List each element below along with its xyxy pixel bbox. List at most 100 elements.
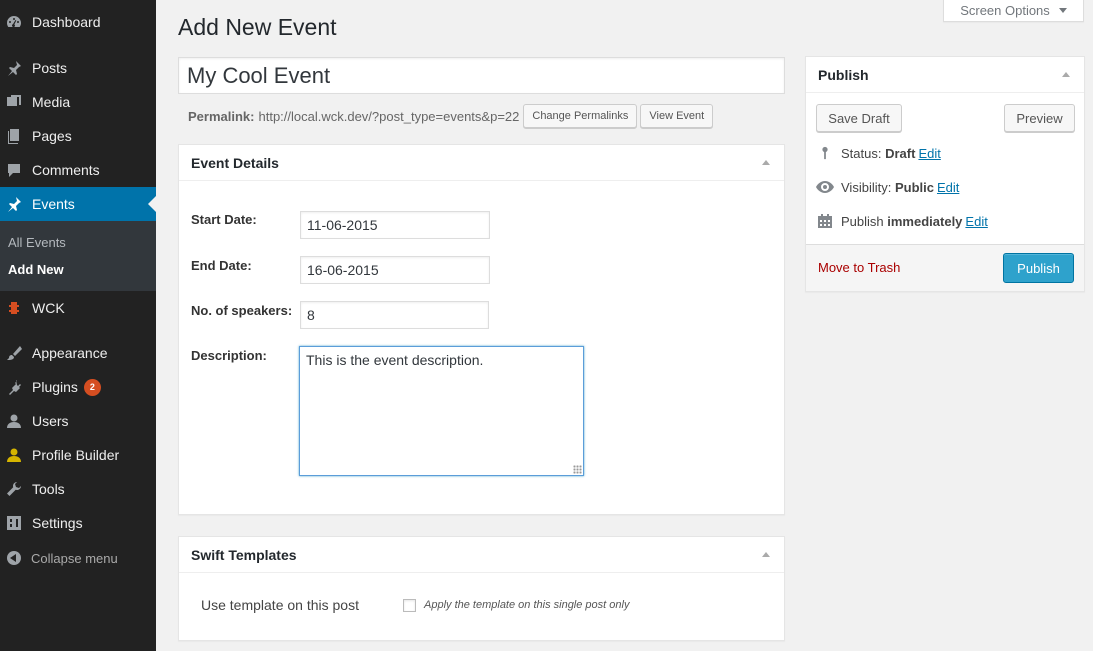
sidebar-item-users[interactable]: Users [0, 404, 156, 438]
sidebar-item-appearance[interactable]: Appearance [0, 336, 156, 370]
permalink-url[interactable]: http://local.wck.dev/?post_type=events&p… [258, 109, 519, 124]
page-title: Add New Event [178, 14, 337, 40]
sidebar-item-profile-builder[interactable]: Profile Builder [0, 438, 156, 472]
sidebar-item-label: Settings [32, 515, 83, 531]
publish-header[interactable]: Publish [806, 57, 1084, 93]
description-textarea[interactable]: This is the event description. [299, 346, 584, 476]
sidebar-item-label: Profile Builder [32, 447, 120, 463]
comments-icon [6, 162, 22, 178]
sidebar-item-comments[interactable]: Comments [0, 153, 156, 187]
view-event-button[interactable]: View Event [640, 104, 714, 128]
sidebar-item-label: Plugins [32, 379, 78, 395]
calendar-icon [816, 212, 834, 230]
collapse-arrow-icon [7, 551, 21, 565]
submenu-add-new[interactable]: Add New [8, 262, 64, 277]
edit-status-link[interactable]: Edit [918, 146, 940, 161]
visibility-row: Visibility: Public Edit [816, 178, 959, 196]
sidebar-item-label: Pages [32, 128, 72, 144]
edit-visibility-link[interactable]: Edit [937, 180, 959, 195]
sidebar-item-dashboard[interactable]: Dashboard [0, 5, 156, 39]
collapse-toggle-icon[interactable] [762, 160, 770, 165]
sidebar-item-label: Comments [32, 162, 100, 178]
wck-icon [6, 300, 22, 316]
start-date-label: Start Date: [191, 212, 257, 227]
apply-template-label[interactable]: Apply the template on this single post o… [424, 599, 629, 611]
sidebar-item-tools[interactable]: Tools [0, 472, 156, 506]
users-icon [6, 413, 22, 429]
resize-grip-icon[interactable] [573, 465, 582, 474]
visibility-value: Public [894, 179, 934, 195]
start-date-field[interactable] [300, 211, 490, 239]
publish-label: Publish [841, 213, 884, 229]
wrench-icon [6, 481, 22, 497]
brush-icon [6, 345, 22, 361]
schedule-row: Publish immediately Edit [816, 212, 988, 230]
swift-templates-header[interactable]: Swift Templates [179, 537, 784, 573]
sidebar-item-label: Dashboard [32, 14, 101, 30]
events-submenu: All Events Add New [0, 221, 156, 291]
sidebar-item-label: Users [32, 413, 69, 429]
media-icon [6, 94, 22, 110]
status-label: Status: [841, 145, 882, 161]
apply-template-checkbox[interactable] [403, 599, 416, 612]
dashboard-icon [6, 14, 22, 30]
sidebar-item-wck[interactable]: WCK [0, 291, 156, 325]
sidebar-item-plugins[interactable]: Plugins 2 [0, 370, 156, 404]
pages-icon [6, 128, 22, 144]
permalink-row: Permalink: http://local.wck.dev/?post_ty… [188, 104, 714, 128]
use-template-label: Use template on this post [201, 597, 359, 613]
event-details-header[interactable]: Event Details [179, 145, 784, 181]
admin-sidebar: Dashboard Posts Media Pages Comments Eve… [0, 0, 156, 651]
sidebar-item-label: Tools [32, 481, 65, 497]
submenu-all-events[interactable]: All Events [8, 235, 66, 250]
plugin-icon [6, 379, 22, 395]
change-permalinks-button[interactable]: Change Permalinks [523, 104, 638, 128]
collapse-toggle-icon[interactable] [1062, 72, 1070, 77]
pin-icon [816, 144, 834, 162]
visibility-label: Visibility: [841, 179, 892, 195]
sidebar-item-media[interactable]: Media [0, 85, 156, 119]
sidebar-item-posts[interactable]: Posts [0, 51, 156, 85]
event-details-box: Event Details Start Date: End Date: No. … [178, 144, 785, 515]
screen-options-label: Screen Options [960, 2, 1050, 18]
settings-icon [6, 515, 22, 531]
sidebar-item-label: Posts [32, 60, 68, 76]
post-title-input[interactable] [178, 57, 785, 94]
end-date-field[interactable] [300, 256, 490, 284]
save-draft-button[interactable]: Save Draft [816, 104, 902, 132]
collapse-toggle-icon[interactable] [762, 552, 770, 557]
swift-templates-box: Swift Templates Use template on this pos… [178, 536, 785, 641]
sidebar-item-settings[interactable]: Settings [0, 506, 156, 540]
move-to-trash-link[interactable]: Move to Trash [818, 260, 900, 275]
sidebar-item-label: Appearance [32, 345, 108, 361]
status-value: Draft [885, 145, 916, 161]
sidebar-item-label: Media [32, 94, 71, 110]
publish-box: Publish Save Draft Preview Status: Draft… [805, 56, 1085, 292]
speakers-field[interactable] [300, 301, 489, 329]
edit-schedule-link[interactable]: Edit [965, 214, 987, 229]
publish-time-value: immediately [887, 213, 963, 229]
collapse-menu-button[interactable]: Collapse menu [0, 544, 156, 572]
chevron-down-icon [1058, 7, 1067, 13]
permalink-label: Permalink: [188, 108, 255, 124]
profile-icon [6, 447, 22, 463]
event-details-heading: Event Details [191, 154, 279, 171]
eye-icon [816, 178, 834, 196]
description-wrap: This is the event description. [299, 346, 584, 476]
publish-heading: Publish [818, 66, 869, 83]
plugins-update-badge: 2 [83, 378, 101, 396]
description-label: Description: [191, 348, 267, 363]
publish-button[interactable]: Publish [1003, 253, 1074, 283]
swift-templates-heading: Swift Templates [191, 546, 297, 563]
publish-actions: Move to Trash Publish [806, 244, 1084, 291]
sidebar-item-label: Events [32, 196, 75, 212]
end-date-label: End Date: [191, 258, 252, 273]
collapse-menu-label: Collapse menu [31, 550, 118, 566]
speakers-label: No. of speakers: [191, 303, 293, 318]
sidebar-item-events[interactable]: Events [0, 187, 156, 221]
sidebar-item-label: WCK [32, 300, 65, 316]
preview-button[interactable]: Preview [1004, 104, 1075, 132]
sidebar-item-pages[interactable]: Pages [0, 119, 156, 153]
pin-icon [6, 196, 22, 212]
screen-options-button[interactable]: Screen Options [943, 0, 1084, 22]
